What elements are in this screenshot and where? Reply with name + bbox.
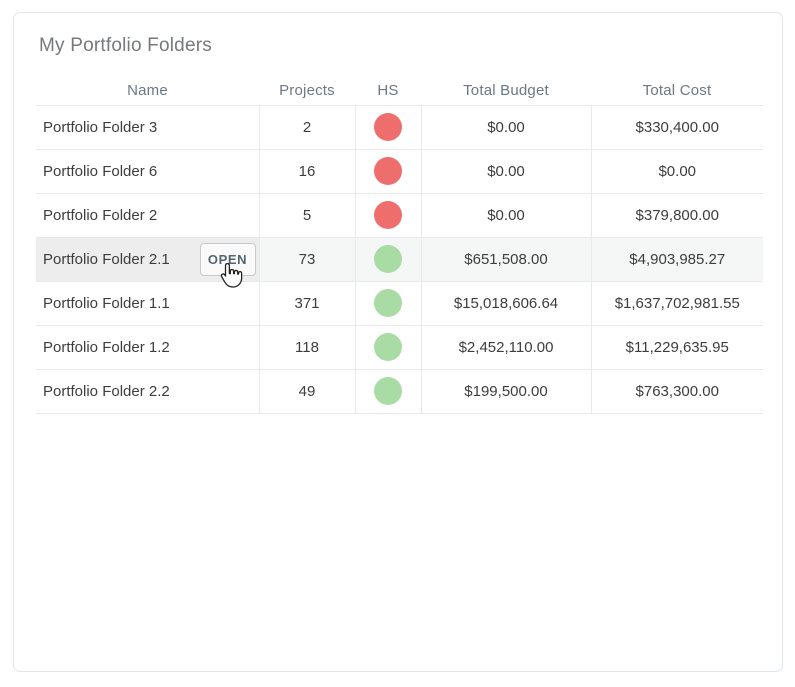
total-cost-cell: $330,400.00 xyxy=(591,105,763,149)
projects-value: 371 xyxy=(294,295,319,312)
folder-name-cell: Portfolio Folder 1.2 xyxy=(36,325,259,369)
folder-name-cell: Portfolio Folder 6 xyxy=(36,149,259,193)
projects-cell: 5 xyxy=(259,193,355,237)
hs-cell xyxy=(355,149,421,193)
hs-cell xyxy=(355,281,421,325)
hs-cell xyxy=(355,105,421,149)
folder-name: Portfolio Folder 1.1 xyxy=(43,295,170,312)
total-budget-cell: $0.00 xyxy=(421,193,591,237)
projects-cell: 2 xyxy=(259,105,355,149)
total-cost-cell: $4,903,985.27 xyxy=(591,237,763,281)
table-row[interactable]: Portfolio Folder 2.1 OPEN 73 $651,508.00… xyxy=(36,237,763,281)
projects-value: 2 xyxy=(303,119,311,136)
projects-value: 49 xyxy=(299,383,316,400)
column-header-hs: HS xyxy=(355,76,421,105)
health-status-dot xyxy=(374,245,402,273)
total-cost-cell: $379,800.00 xyxy=(591,193,763,237)
total-budget-cell: $15,018,606.64 xyxy=(421,281,591,325)
health-status-dot xyxy=(374,377,402,405)
total-cost-cell: $0.00 xyxy=(591,149,763,193)
table-header-row: Name Projects HS Total Budget Total Cost xyxy=(36,76,763,105)
folder-name-cell: Portfolio Folder 2 xyxy=(36,193,259,237)
hs-cell xyxy=(355,369,421,413)
total-cost-value: $330,400.00 xyxy=(636,119,719,136)
health-status-dot xyxy=(374,157,402,185)
total-budget-value: $15,018,606.64 xyxy=(454,295,558,312)
health-status-dot xyxy=(374,113,402,141)
folder-name-cell: Portfolio Folder 2.1 OPEN xyxy=(36,237,259,281)
column-header-total-cost: Total Cost xyxy=(591,76,763,105)
folder-name-cell: Portfolio Folder 1.1 xyxy=(36,281,259,325)
total-budget-value: $2,452,110.00 xyxy=(459,339,554,356)
projects-cell: 49 xyxy=(259,369,355,413)
total-cost-value: $0.00 xyxy=(658,163,696,180)
column-header-total-budget: Total Budget xyxy=(421,76,591,105)
total-budget-value: $0.00 xyxy=(487,119,525,136)
hs-cell xyxy=(355,325,421,369)
total-cost-value: $763,300.00 xyxy=(636,383,719,400)
table-row[interactable]: Portfolio Folder 1.1 371 $15,018,606.64 … xyxy=(36,281,763,325)
open-button[interactable]: OPEN xyxy=(200,243,256,276)
health-status-dot xyxy=(374,289,402,317)
hs-cell xyxy=(355,193,421,237)
table-row[interactable]: Portfolio Folder 2 5 $0.00 $379,800.00 xyxy=(36,193,763,237)
open-button-wrap: OPEN xyxy=(200,243,256,276)
total-cost-value: $4,903,985.27 xyxy=(629,251,725,268)
folder-name: Portfolio Folder 2.1 xyxy=(43,251,170,268)
column-header-projects: Projects xyxy=(259,76,355,105)
folder-name: Portfolio Folder 2.2 xyxy=(43,383,170,400)
total-budget-value: $199,500.00 xyxy=(464,383,547,400)
portfolio-folders-table: Name Projects HS Total Budget Total Cost… xyxy=(36,76,763,414)
table-row[interactable]: Portfolio Folder 6 16 $0.00 $0.00 xyxy=(36,149,763,193)
folder-name-cell: Portfolio Folder 3 xyxy=(36,105,259,149)
projects-cell: 73 xyxy=(259,237,355,281)
folder-name: Portfolio Folder 6 xyxy=(43,163,157,180)
portfolio-folders-card: My Portfolio Folders Name Projects HS To… xyxy=(13,12,783,672)
total-budget-value: $0.00 xyxy=(487,207,525,224)
folder-name: Portfolio Folder 2 xyxy=(43,207,157,224)
folder-name: Portfolio Folder 3 xyxy=(43,119,157,136)
folder-name: Portfolio Folder 1.2 xyxy=(43,339,170,356)
health-status-dot xyxy=(374,201,402,229)
projects-value: 5 xyxy=(303,207,311,224)
total-budget-cell: $2,452,110.00 xyxy=(421,325,591,369)
total-cost-value: $1,637,702,981.55 xyxy=(615,295,740,312)
projects-cell: 16 xyxy=(259,149,355,193)
total-budget-cell: $0.00 xyxy=(421,105,591,149)
card-title: My Portfolio Folders xyxy=(39,35,782,57)
column-header-name: Name xyxy=(36,76,259,105)
total-cost-cell: $11,229,635.95 xyxy=(591,325,763,369)
table-row[interactable]: Portfolio Folder 2.2 49 $199,500.00 $763… xyxy=(36,369,763,413)
folder-name-cell: Portfolio Folder 2.2 xyxy=(36,369,259,413)
total-budget-value: $0.00 xyxy=(487,163,525,180)
total-cost-cell: $1,637,702,981.55 xyxy=(591,281,763,325)
projects-cell: 118 xyxy=(259,325,355,369)
total-cost-value: $11,229,635.95 xyxy=(626,339,729,356)
table-row[interactable]: Portfolio Folder 1.2 118 $2,452,110.00 $… xyxy=(36,325,763,369)
health-status-dot xyxy=(374,333,402,361)
projects-value: 16 xyxy=(299,163,316,180)
projects-value: 118 xyxy=(295,339,319,356)
projects-value: 73 xyxy=(299,251,316,268)
total-cost-value: $379,800.00 xyxy=(636,207,719,224)
table-row[interactable]: Portfolio Folder 3 2 $0.00 $330,400.00 xyxy=(36,105,763,149)
total-budget-cell: $0.00 xyxy=(421,149,591,193)
total-budget-cell: $199,500.00 xyxy=(421,369,591,413)
total-budget-value: $651,508.00 xyxy=(464,251,547,268)
projects-cell: 371 xyxy=(259,281,355,325)
hs-cell xyxy=(355,237,421,281)
total-cost-cell: $763,300.00 xyxy=(591,369,763,413)
total-budget-cell: $651,508.00 xyxy=(421,237,591,281)
